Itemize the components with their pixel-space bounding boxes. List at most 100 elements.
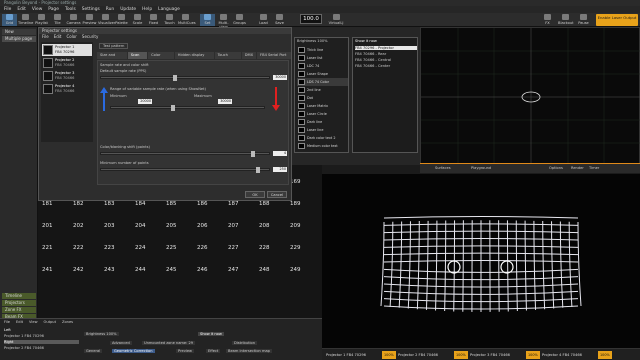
projector-item[interactable]: Projector 4 FB4 70466 (42, 83, 92, 95)
color-shift-value[interactable]: 4 (273, 151, 287, 156)
unmounted-zone-button[interactable]: Unmounted zone name: 29 (142, 341, 196, 345)
preview-button[interactable]: Preview (176, 349, 194, 353)
toolbar-grid-button[interactable]: Grid (2, 14, 17, 26)
cue-cell[interactable]: 208 (257, 221, 287, 241)
bottom-tab-left[interactable]: Left (4, 328, 11, 332)
general-button[interactable]: General (84, 349, 103, 353)
menu-edit[interactable]: Edit (17, 6, 26, 13)
slider-knob[interactable] (256, 167, 260, 173)
toolbar-palette-button[interactable]: Palette (114, 14, 129, 26)
cue-cell[interactable]: 206 (195, 221, 225, 241)
menu-language[interactable]: Language (158, 6, 180, 13)
list-item[interactable]: Dark line (297, 118, 348, 126)
toolbar-virtual-button[interactable]: VirtualLJ (326, 14, 346, 26)
left-panel-projectors[interactable]: Projectors (2, 300, 36, 306)
menu-page[interactable]: Page (48, 6, 59, 13)
cue-cell[interactable]: 249 (288, 265, 318, 285)
left-panel-zone-fx[interactable]: Zone FX (2, 307, 36, 313)
cue-cell[interactable]: 187 (226, 199, 256, 219)
bottom-item[interactable]: Projector 2 FB4 70466 (4, 346, 79, 350)
max-value[interactable]: 30000 (218, 99, 232, 104)
proj-menu-color[interactable]: Color (66, 34, 76, 40)
preview-viewport[interactable] (420, 27, 640, 166)
cue-cell[interactable]: 182 (71, 199, 101, 219)
cue-cell[interactable]: 228 (257, 243, 287, 263)
cue-cell[interactable]: 227 (226, 243, 256, 263)
toolbar-load-button[interactable]: Load (256, 14, 271, 26)
list-item[interactable]: Laser Circle (297, 110, 348, 118)
enable-laser-output-button[interactable]: Enable Laser Output (596, 14, 638, 26)
cue-cell[interactable]: 247 (226, 265, 256, 285)
cue-cell[interactable]: 222 (71, 243, 101, 263)
list-item[interactable]: Laser line (297, 126, 348, 134)
cue-cell[interactable]: 169 (288, 177, 318, 197)
cue-cell[interactable]: 223 (102, 243, 132, 263)
cue-cell[interactable]: 221 (40, 243, 70, 263)
left-panel-timeline[interactable]: Timeline (2, 293, 36, 299)
default-rate-value[interactable]: 30000 (273, 75, 287, 80)
cue-cell[interactable]: 205 (164, 221, 194, 241)
cue-cell[interactable]: 186 (195, 199, 225, 219)
menu-file[interactable]: File (4, 6, 11, 13)
cue-cell[interactable]: 202 (71, 221, 101, 241)
show-item[interactable]: FB4 70466 - Central (355, 58, 391, 62)
toolbar-pause-button[interactable]: Pause (576, 14, 591, 26)
default-rate-slider[interactable] (100, 75, 270, 81)
list-item[interactable]: Laser Matrix (297, 102, 348, 110)
list-item[interactable]: Dark color text 2 (297, 134, 348, 142)
menu-help[interactable]: Help (142, 6, 152, 13)
toolbar-preview-button[interactable]: Preview (82, 14, 97, 26)
menu-settings[interactable]: Settings (82, 6, 100, 13)
toolbar-tile-button[interactable]: Tile (50, 14, 65, 26)
cue-cell[interactable]: 224 (133, 243, 163, 263)
cue-cell[interactable]: 226 (195, 243, 225, 263)
show-item[interactable]: FB4 70466 - Center (355, 64, 390, 68)
toolbar-playlist-button[interactable]: Playlist (34, 14, 49, 26)
toolbar-fixed-button[interactable]: Fixed (146, 14, 161, 26)
toolbar-groups-button[interactable]: Groups (232, 14, 247, 26)
tab-color-settings[interactable]: Color Settings (148, 52, 174, 64)
cue-cell[interactable]: 189 (288, 199, 318, 219)
cue-cell[interactable]: 248 (257, 265, 287, 285)
cue-cell[interactable]: 245 (164, 265, 194, 285)
advanced-button[interactable]: Advanced (110, 341, 132, 345)
min-points-value[interactable]: 250 (273, 167, 287, 172)
menu-update[interactable]: Update (120, 6, 136, 13)
tab-render[interactable]: Render (568, 165, 587, 172)
min-value[interactable]: 20000 (138, 99, 152, 104)
cue-cell[interactable]: 225 (164, 243, 194, 263)
list-item[interactable]: Laser Shape (297, 70, 348, 78)
tab-timer[interactable]: Timer (586, 165, 602, 172)
bottom-menu-output[interactable]: Output (44, 320, 56, 324)
show-it-now-button[interactable]: Show it now (198, 332, 224, 336)
toolbar-scale-button[interactable]: Scale (130, 14, 145, 26)
cue-cell[interactable]: 243 (102, 265, 132, 285)
cue-cell[interactable]: 181 (40, 199, 70, 219)
list-item[interactable]: 2nd line (297, 86, 348, 94)
geometric-correction-button[interactable]: Geometric Correction (112, 349, 155, 353)
list-item[interactable]: Medium color text (297, 142, 348, 150)
cue-cell[interactable]: 185 (164, 199, 194, 219)
cue-cell[interactable]: 203 (102, 221, 132, 241)
list-item[interactable]: LDS 74 Color (297, 78, 348, 86)
list-item[interactable]: Laser list (297, 54, 348, 62)
cue-cell[interactable]: 209 (288, 221, 318, 241)
bottom-menu-zones[interactable]: Zones (62, 320, 73, 324)
status-projector[interactable]: Projector 1 FB4 70296 (324, 351, 368, 359)
tab-size-and-position[interactable]: Size and Position (97, 52, 127, 64)
cue-cell[interactable]: 246 (195, 265, 225, 285)
range-slider[interactable] (110, 105, 265, 111)
menu-tools[interactable]: Tools (65, 6, 76, 13)
ok-button[interactable]: OK (245, 191, 265, 198)
status-projector[interactable]: Projector 4 FB4 70466 (540, 351, 584, 359)
tab-touch-settings[interactable]: Touch settings (214, 52, 241, 64)
tab-scan-rate[interactable]: Scan rate (127, 52, 148, 64)
tab-playground[interactable]: Playground (468, 165, 494, 172)
bottom-item[interactable]: Right (4, 340, 79, 344)
toolbar-multicues-button[interactable]: MultiCues (178, 14, 196, 26)
bottom-menu-view[interactable]: View (29, 320, 38, 324)
tab-options[interactable]: Options (546, 165, 566, 172)
effect-button[interactable]: Effect (206, 349, 221, 353)
toolbar-touch-button[interactable]: Touch (162, 14, 177, 26)
cancel-button[interactable]: Cancel (267, 191, 287, 198)
